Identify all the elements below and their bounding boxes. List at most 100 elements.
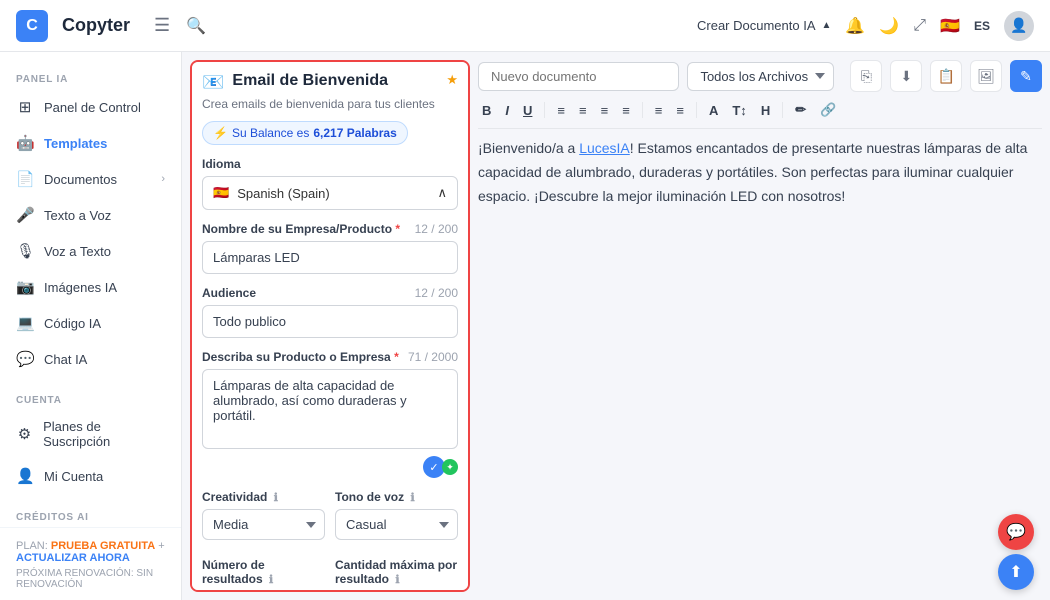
image-icon-btn[interactable]: 🖼: [970, 60, 1002, 92]
body-wrap: PANEL IA ⊞ Panel de Control 🤖 Templates …: [0, 52, 1050, 600]
sidebar-item-mi-cuenta[interactable]: 👤 Mi Cuenta: [0, 458, 181, 494]
mic-icon: 🎤: [16, 206, 34, 224]
bell-icon[interactable]: 🔔: [845, 16, 865, 36]
idioma-group: Idioma 🇪🇸 Spanish (Spain) ∧: [202, 157, 458, 210]
doc-name-input[interactable]: [478, 62, 679, 91]
align-right-button[interactable]: ≡: [597, 101, 613, 120]
ai-sub-icon: ✦: [442, 459, 458, 475]
copy-icon-btn[interactable]: ⎘: [850, 60, 882, 92]
unordered-list-button[interactable]: ≡: [672, 101, 688, 120]
form-subtitle: Crea emails de bienvenida para tus clien…: [202, 97, 458, 111]
form-panel: 📧 Email de Bienvenida ★ Crea emails de b…: [190, 60, 470, 592]
font-size-button[interactable]: T↕: [728, 101, 750, 120]
moon-icon[interactable]: 🌙: [879, 16, 899, 36]
results-row: Número de resultados ℹ Cantidad máxima p…: [202, 558, 458, 592]
italic-button[interactable]: I: [501, 101, 513, 120]
describe-label: Describa su Producto o Empresa * 71 / 20…: [202, 350, 458, 364]
balance-badge: ⚡ Su Balance es 6,217 Palabras: [202, 121, 408, 145]
flag-icon: 🇪🇸: [940, 16, 960, 36]
creatividad-label: Creatividad ℹ: [202, 490, 325, 504]
align-left-button[interactable]: ≡: [553, 101, 569, 120]
search-icon[interactable]: 🔍: [186, 16, 206, 36]
ordered-list-button[interactable]: ≡: [651, 101, 667, 120]
sidebar-item-planes[interactable]: ⚙ Planes de Suscripción: [0, 410, 181, 458]
star-icon[interactable]: ★: [446, 72, 458, 88]
sidebar-item-templates[interactable]: 🤖 Templates: [0, 125, 181, 161]
logo-text: Copyter: [62, 15, 130, 36]
float-chat-btn[interactable]: 💬: [998, 514, 1034, 550]
editor-area[interactable]: ¡Bienvenido/a a LucesIA! Estamos encanta…: [478, 137, 1042, 592]
download-icon-btn[interactable]: ⬇: [890, 60, 922, 92]
menu-icon[interactable]: ☰: [154, 15, 170, 36]
tono-group: Tono de voz ℹ Casual: [335, 490, 458, 540]
sidebar-label-codigo-ia: Código IA: [44, 316, 101, 331]
nombre-input[interactable]: [202, 241, 458, 274]
creatividad-info-icon: ℹ: [274, 492, 278, 504]
email-icon: 📧: [202, 72, 224, 93]
heading-button[interactable]: H: [757, 101, 774, 120]
plans-icon: ⚙: [16, 425, 33, 443]
pen-button[interactable]: ✏: [791, 100, 810, 120]
float-up-btn[interactable]: ⬆: [998, 554, 1034, 590]
creatividad-select[interactable]: Media: [202, 509, 325, 540]
sidebar-label-voz-a-texto: Voz a Texto: [44, 244, 111, 259]
sidebar-item-chat-ia[interactable]: 💬 Chat IA: [0, 341, 181, 377]
chat-float-icon[interactable]: 💬: [998, 514, 1034, 550]
nombre-label: Nombre de su Empresa/Producto * 12 / 200: [202, 222, 458, 236]
avatar[interactable]: 👤: [1004, 11, 1034, 41]
audience-label: Audience 12 / 200: [202, 286, 458, 300]
format-toolbar: B I U ≡ ≡ ≡ ≡ ≡ ≡ A T↕ H ✏ 🔗: [478, 100, 1042, 129]
link-button[interactable]: 🔗: [816, 100, 840, 120]
cuenta-label: CUENTA: [0, 385, 181, 410]
sidebar-item-voz-a-texto[interactable]: 🎙 Voz a Texto: [0, 233, 181, 269]
describe-textarea[interactable]: Lámparas de alta capacidad de alumbrado,…: [202, 369, 458, 449]
num-info-icon: ℹ: [269, 574, 273, 586]
nombre-group: Nombre de su Empresa/Producto * 12 / 200: [202, 222, 458, 274]
sidebar-item-texto-a-voz[interactable]: 🎤 Texto a Voz: [0, 197, 181, 233]
form-header: 📧 Email de Bienvenida ★: [202, 72, 458, 93]
edit-icon-btn[interactable]: ✎: [1010, 60, 1042, 92]
num-resultados-label: Número de resultados ℹ: [202, 558, 325, 586]
share-icon-btn[interactable]: 📋: [930, 60, 962, 92]
chevron-right-icon: ›: [161, 173, 165, 185]
sidebar-item-panel-control[interactable]: ⊞ Panel de Control: [0, 89, 181, 125]
align-center-button[interactable]: ≡: [575, 101, 591, 120]
audio-icon: 🎙: [16, 242, 34, 260]
crear-documento-button[interactable]: Crear Documento IA ▲: [697, 18, 831, 33]
sidebar-label-mi-cuenta: Mi Cuenta: [44, 469, 103, 484]
user-icon: 👤: [16, 467, 34, 485]
editor-content: ¡Bienvenido/a a LucesIA! Estamos encanta…: [478, 137, 1042, 208]
audience-input[interactable]: [202, 305, 458, 338]
topnav: C Copyter ☰ 🔍 Crear Documento IA ▲ 🔔 🌙 ⤢…: [0, 0, 1050, 52]
luce-link[interactable]: LucesIA: [579, 140, 630, 156]
chevron-up-icon: ∧: [437, 185, 447, 201]
chevron-up-icon: ▲: [822, 20, 832, 31]
cantidad-group: Cantidad máxima por resultado ℹ: [335, 558, 458, 591]
expand-icon[interactable]: ⤢: [913, 17, 926, 35]
sidebar-item-codigo-ia[interactable]: 💻 Código IA: [0, 305, 181, 341]
tono-select[interactable]: Casual: [335, 509, 458, 540]
grid-icon: ⊞: [16, 98, 34, 116]
describe-group: Describa su Producto o Empresa * 71 / 20…: [202, 350, 458, 478]
cantidad-info-icon: ℹ: [395, 574, 399, 586]
underline-button[interactable]: U: [519, 101, 536, 120]
sidebar-label-chat-ia: Chat IA: [44, 352, 87, 367]
idioma-label: Idioma: [202, 157, 458, 171]
sidebar-item-documentos[interactable]: 📄 Documentos ›: [0, 161, 181, 197]
topnav-right: Crear Documento IA ▲ 🔔 🌙 ⤢ 🇪🇸 ES 👤: [697, 11, 1034, 41]
sidebar-item-imagenes-ia[interactable]: 📷 Imágenes IA: [0, 269, 181, 305]
ai-icon-row: ✓ ✦: [202, 456, 458, 478]
separator-1: [544, 102, 545, 118]
creatividad-group: Creatividad ℹ Media: [202, 490, 325, 540]
tono-label: Tono de voz ℹ: [335, 490, 458, 504]
sidebar-label-texto-a-voz: Texto a Voz: [44, 208, 111, 223]
font-color-button[interactable]: A: [705, 101, 722, 120]
lang-select[interactable]: 🇪🇸 Spanish (Spain) ∧: [202, 176, 458, 210]
bold-button[interactable]: B: [478, 101, 495, 120]
align-justify-button[interactable]: ≡: [618, 101, 634, 120]
ai-badge[interactable]: ✓ ✦: [423, 456, 458, 478]
template-icon: 🤖: [16, 134, 34, 152]
archive-select[interactable]: Todos los Archivos: [687, 62, 834, 91]
separator-2: [642, 102, 643, 118]
scroll-up-icon[interactable]: ⬆: [998, 554, 1034, 590]
